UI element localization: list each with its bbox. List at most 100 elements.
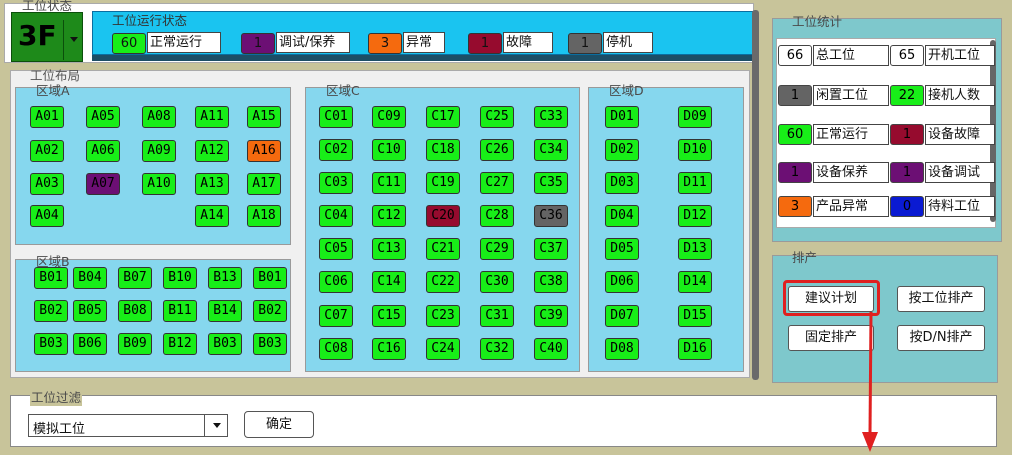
- station-cell[interactable]: B13: [208, 267, 242, 289]
- station-cell[interactable]: D13: [678, 238, 712, 260]
- station-cell[interactable]: C12: [372, 205, 406, 227]
- station-cell[interactable]: B02: [34, 300, 68, 322]
- station-cell[interactable]: C03: [319, 172, 353, 194]
- station-cell[interactable]: D15: [678, 305, 712, 327]
- station-cell[interactable]: D05: [605, 238, 639, 260]
- station-cell[interactable]: C22: [426, 271, 460, 293]
- station-cell[interactable]: C20: [426, 205, 460, 227]
- station-cell[interactable]: D06: [605, 271, 639, 293]
- station-cell[interactable]: C40: [534, 338, 568, 360]
- station-cell[interactable]: B08: [118, 300, 152, 322]
- station-cell[interactable]: A10: [142, 173, 176, 195]
- filter-select[interactable]: 模拟工位: [28, 414, 228, 437]
- station-cell[interactable]: C18: [426, 139, 460, 161]
- station-cell[interactable]: B03: [34, 333, 68, 355]
- station-cell[interactable]: D11: [678, 172, 712, 194]
- station-cell[interactable]: D08: [605, 338, 639, 360]
- station-cell[interactable]: C08: [319, 338, 353, 360]
- station-cell[interactable]: B12: [163, 333, 197, 355]
- station-cell[interactable]: C17: [426, 106, 460, 128]
- station-cell[interactable]: B03: [253, 333, 287, 355]
- station-cell[interactable]: D01: [605, 106, 639, 128]
- station-cell[interactable]: D10: [678, 139, 712, 161]
- station-cell[interactable]: A06: [86, 140, 120, 162]
- station-cell[interactable]: B14: [208, 300, 242, 322]
- floor-select[interactable]: 3F: [11, 12, 83, 62]
- station-cell[interactable]: A01: [30, 106, 64, 128]
- station-cell[interactable]: B02: [253, 300, 287, 322]
- station-cell[interactable]: B04: [73, 267, 107, 289]
- station-cell[interactable]: A12: [195, 140, 229, 162]
- layout-scrollbar[interactable]: [752, 10, 759, 380]
- station-cell[interactable]: C29: [480, 238, 514, 260]
- station-cell[interactable]: C38: [534, 271, 568, 293]
- station-cell[interactable]: C36: [534, 205, 568, 227]
- station-cell[interactable]: C07: [319, 305, 353, 327]
- station-cell[interactable]: D04: [605, 205, 639, 227]
- station-cell[interactable]: A11: [195, 106, 229, 128]
- station-cell[interactable]: C06: [319, 271, 353, 293]
- station-cell[interactable]: A17: [247, 173, 281, 195]
- station-cell[interactable]: C15: [372, 305, 406, 327]
- station-cell[interactable]: D16: [678, 338, 712, 360]
- station-cell[interactable]: D09: [678, 106, 712, 128]
- station-cell[interactable]: C27: [480, 172, 514, 194]
- station-cell[interactable]: C30: [480, 271, 514, 293]
- station-cell[interactable]: C13: [372, 238, 406, 260]
- by-station-button[interactable]: 按工位排产: [897, 286, 985, 312]
- station-cell[interactable]: C02: [319, 139, 353, 161]
- station-cell[interactable]: C39: [534, 305, 568, 327]
- station-cell[interactable]: A02: [30, 140, 64, 162]
- station-cell[interactable]: C32: [480, 338, 514, 360]
- station-cell[interactable]: B05: [73, 300, 107, 322]
- station-cell[interactable]: C31: [480, 305, 514, 327]
- station-cell[interactable]: C34: [534, 139, 568, 161]
- station-cell[interactable]: A15: [247, 106, 281, 128]
- station-cell[interactable]: C26: [480, 139, 514, 161]
- station-cell[interactable]: A13: [195, 173, 229, 195]
- station-cell[interactable]: A07: [86, 173, 120, 195]
- station-cell[interactable]: B03: [208, 333, 242, 355]
- station-cell[interactable]: C14: [372, 271, 406, 293]
- station-cell[interactable]: A09: [142, 140, 176, 162]
- station-cell[interactable]: A14: [195, 205, 229, 227]
- chevron-down-icon[interactable]: [204, 415, 228, 436]
- station-cell[interactable]: C21: [426, 238, 460, 260]
- station-cell[interactable]: C16: [372, 338, 406, 360]
- station-cell[interactable]: D07: [605, 305, 639, 327]
- station-cell[interactable]: B07: [118, 267, 152, 289]
- station-cell[interactable]: A16: [247, 140, 281, 162]
- station-cell[interactable]: D12: [678, 205, 712, 227]
- station-cell[interactable]: C11: [372, 172, 406, 194]
- station-cell[interactable]: D03: [605, 172, 639, 194]
- station-cell[interactable]: C23: [426, 305, 460, 327]
- station-cell[interactable]: A08: [142, 106, 176, 128]
- station-cell[interactable]: B01: [253, 267, 287, 289]
- station-cell[interactable]: C35: [534, 172, 568, 194]
- station-cell[interactable]: B01: [34, 267, 68, 289]
- caret-down-icon[interactable]: [63, 20, 83, 60]
- station-cell[interactable]: B11: [163, 300, 197, 322]
- station-cell[interactable]: C19: [426, 172, 460, 194]
- station-cell[interactable]: B09: [118, 333, 152, 355]
- station-cell[interactable]: A03: [30, 173, 64, 195]
- station-cell[interactable]: C09: [372, 106, 406, 128]
- station-cell[interactable]: C10: [372, 139, 406, 161]
- station-cell[interactable]: A05: [86, 106, 120, 128]
- station-cell[interactable]: D02: [605, 139, 639, 161]
- station-cell[interactable]: C28: [480, 205, 514, 227]
- station-cell[interactable]: C24: [426, 338, 460, 360]
- station-cell[interactable]: C05: [319, 238, 353, 260]
- station-cell[interactable]: C25: [480, 106, 514, 128]
- confirm-button[interactable]: 确定: [244, 411, 314, 438]
- station-cell[interactable]: A18: [247, 205, 281, 227]
- station-cell[interactable]: C33: [534, 106, 568, 128]
- station-cell[interactable]: A04: [30, 205, 64, 227]
- station-cell[interactable]: C01: [319, 106, 353, 128]
- station-cell[interactable]: D14: [678, 271, 712, 293]
- station-cell[interactable]: C04: [319, 205, 353, 227]
- by-dn-button[interactable]: 按D/N排产: [897, 325, 985, 351]
- station-cell[interactable]: B06: [73, 333, 107, 355]
- station-cell[interactable]: C37: [534, 238, 568, 260]
- station-cell[interactable]: B10: [163, 267, 197, 289]
